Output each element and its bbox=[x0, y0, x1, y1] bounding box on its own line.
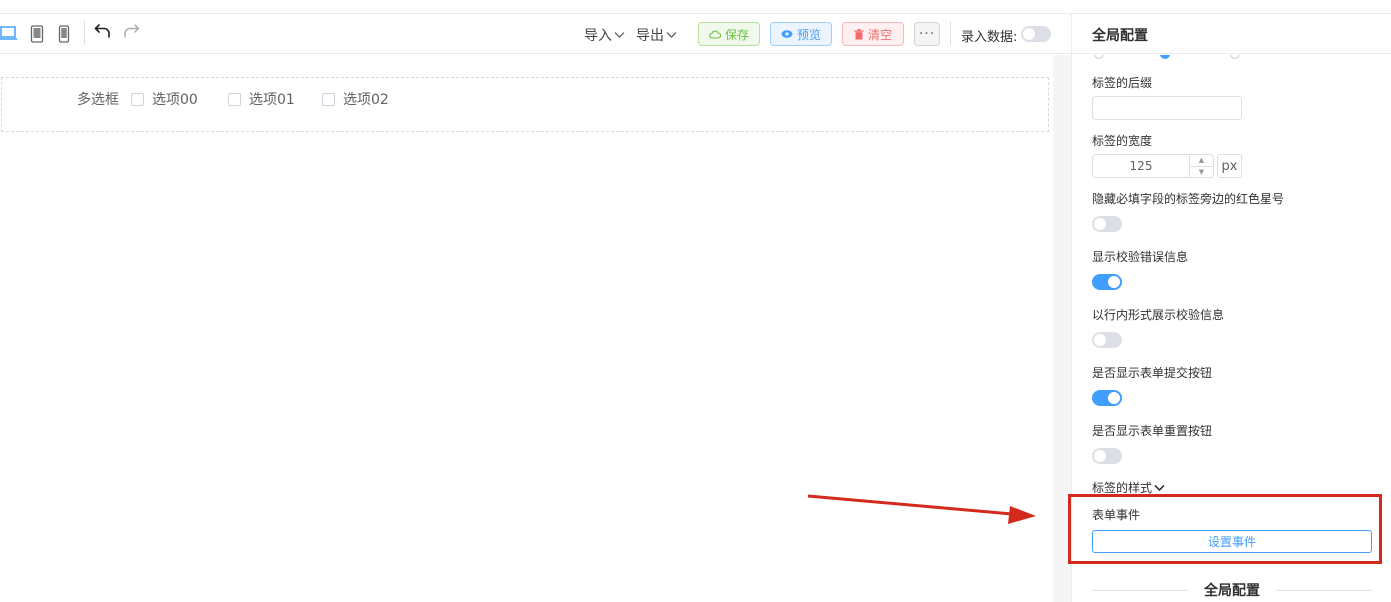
redo-icon[interactable] bbox=[122, 23, 140, 43]
show-submit-button-label: 是否显示表单提交按钮 bbox=[1092, 366, 1213, 380]
radio-icon[interactable] bbox=[1094, 55, 1104, 59]
toolbar-divider bbox=[950, 21, 951, 45]
checkbox-option[interactable]: 选项01 bbox=[228, 89, 295, 109]
save-label: 保存 bbox=[724, 27, 749, 42]
panel-title: 全局配置 bbox=[1092, 28, 1148, 44]
undo-icon[interactable] bbox=[94, 23, 112, 43]
label-suffix-input[interactable] bbox=[1092, 96, 1242, 120]
hide-required-asterisk-label: 隐藏必填字段的标签旁边的红色星号 bbox=[1092, 192, 1285, 206]
stepper-arrows: ▲ ▼ bbox=[1189, 155, 1213, 177]
checkbox-icon[interactable] bbox=[131, 92, 144, 106]
toolbar-divider bbox=[84, 21, 85, 45]
preview-label: 预览 bbox=[796, 27, 821, 42]
tablet-view-icon[interactable] bbox=[30, 25, 44, 47]
label-position-radio-group[interactable] bbox=[1092, 55, 1252, 61]
eye-icon bbox=[781, 30, 793, 38]
cloud-icon bbox=[709, 30, 721, 39]
divider-line bbox=[1276, 589, 1372, 591]
show-validation-error-toggle[interactable] bbox=[1092, 274, 1122, 290]
section-title: 全局配置 bbox=[1204, 583, 1260, 599]
more-button[interactable]: ··· bbox=[914, 22, 940, 46]
checkbox-option-label: 选项00 bbox=[152, 92, 198, 108]
desktop-view-icon[interactable] bbox=[0, 25, 18, 45]
export-menu[interactable]: 导出 bbox=[636, 25, 677, 45]
checkbox-icon[interactable] bbox=[228, 92, 241, 106]
checkbox-icon[interactable] bbox=[322, 92, 335, 106]
checkbox-option-label: 选项02 bbox=[343, 92, 389, 108]
clear-label: 清空 bbox=[867, 27, 892, 42]
more-label: ··· bbox=[918, 26, 936, 42]
show-reset-button-toggle[interactable] bbox=[1092, 448, 1122, 464]
divider-line bbox=[1092, 589, 1188, 591]
import-menu[interactable]: 导入 bbox=[584, 25, 625, 45]
radio-icon[interactable] bbox=[1230, 55, 1240, 59]
label-width-stepper[interactable]: 125 ▲ ▼ bbox=[1092, 154, 1214, 178]
radio-icon[interactable] bbox=[1160, 55, 1170, 59]
entry-data-label: 录入数据: bbox=[961, 30, 1018, 45]
clear-button[interactable]: 清空 bbox=[842, 22, 904, 46]
label-suffix-label: 标签的后缀 bbox=[1092, 76, 1153, 90]
trash-icon bbox=[854, 28, 864, 39]
label-width-value: 125 bbox=[1129, 159, 1153, 173]
checkbox-option[interactable]: 选项00 bbox=[131, 89, 198, 109]
entry-data-toggle[interactable] bbox=[1021, 26, 1051, 42]
show-validation-error-label: 显示校验错误信息 bbox=[1092, 250, 1189, 264]
panel-header-divider bbox=[1072, 53, 1391, 54]
chevron-down-icon bbox=[1154, 484, 1165, 491]
label-width-label: 标签的宽度 bbox=[1092, 134, 1153, 148]
chevron-down-icon bbox=[666, 32, 677, 38]
chevron-down-icon bbox=[614, 32, 625, 38]
annotation-highlight-box bbox=[1068, 494, 1382, 564]
preview-button[interactable]: 预览 bbox=[770, 22, 832, 46]
show-submit-button-toggle[interactable] bbox=[1092, 390, 1122, 406]
show-reset-button-label: 是否显示表单重置按钮 bbox=[1092, 424, 1213, 438]
label-width-unit[interactable]: px bbox=[1217, 154, 1242, 178]
form-field-wrapper[interactable]: 多选框 选项00 选项01 选项02 bbox=[1, 77, 1049, 132]
import-label: 导入 bbox=[584, 28, 612, 44]
hide-required-asterisk-toggle[interactable] bbox=[1092, 216, 1122, 232]
unit-label: px bbox=[1221, 158, 1238, 174]
chevron-down-icon[interactable]: ▼ bbox=[1190, 167, 1213, 178]
designer-toolbar: 导入 导出 保存 预览 清空 ··· 录入数据: bbox=[0, 14, 1071, 54]
annotation-arrow-icon bbox=[807, 494, 1036, 524]
inline-validation-toggle[interactable] bbox=[1092, 332, 1122, 348]
save-button[interactable]: 保存 bbox=[698, 22, 760, 46]
chevron-up-icon[interactable]: ▲ bbox=[1190, 155, 1213, 167]
checkbox-field-label: 多选框 bbox=[77, 92, 119, 108]
window-top-strip bbox=[0, 0, 1391, 14]
mobile-view-icon[interactable] bbox=[58, 25, 70, 47]
checkbox-option[interactable]: 选项02 bbox=[322, 89, 389, 109]
inline-validation-label: 以行内形式展示校验信息 bbox=[1092, 308, 1225, 322]
global-config-section-divider: 全局配置 bbox=[1092, 580, 1372, 600]
checkbox-option-label: 选项01 bbox=[249, 92, 295, 108]
export-label: 导出 bbox=[636, 28, 664, 44]
